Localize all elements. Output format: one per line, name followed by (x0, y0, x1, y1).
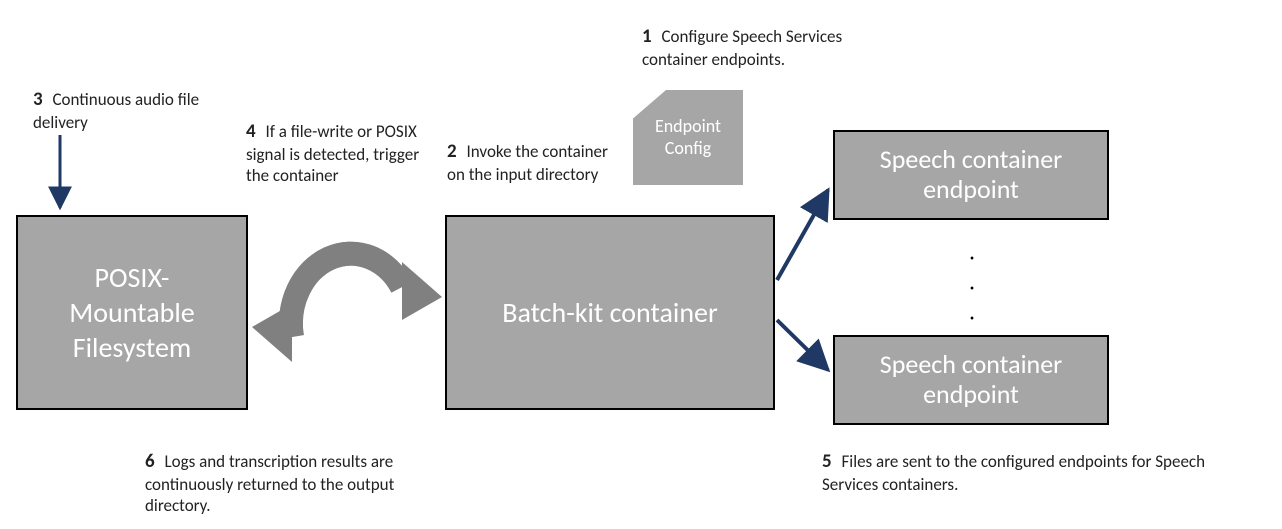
step-5-annotation: 5 Files are sent to the configured endpo… (822, 450, 1252, 495)
ellipsis-dot-2: · (952, 278, 992, 298)
cycle-arrows (252, 254, 442, 362)
step-6-annotation: 6 Logs and transcription results are con… (145, 450, 405, 516)
step-2-annotation: 2 Invoke the container on the input dire… (447, 140, 627, 185)
cycle-arrow-top-arc (291, 254, 402, 337)
speech-endpoint-label-bottom: Speech container endpoint (845, 350, 1097, 410)
step-6-number: 6 (145, 450, 155, 474)
step-5-number: 5 (822, 450, 832, 474)
cycle-arrow-bottom-arc (291, 254, 402, 337)
posix-filesystem-box: POSIX-Mountable Filesystem (16, 215, 248, 410)
batch-kit-container-label: Batch-kit container (502, 295, 718, 330)
step-3-number: 3 (33, 88, 43, 112)
step-4-text: If a file-write or POSIX signal is detec… (246, 121, 419, 186)
step-3-text: Continuous audio file delivery (33, 89, 199, 133)
arrow-to-endpoint-top (777, 190, 828, 280)
endpoint-config-label: Endpoint Config (641, 116, 735, 159)
posix-filesystem-label: POSIX-Mountable Filesystem (28, 260, 236, 365)
cycle-arrow-bottom-head (252, 304, 292, 362)
step-1-text: Configure Speech Services container endp… (642, 26, 842, 70)
ellipsis-dot-3: · (952, 308, 992, 328)
speech-endpoint-box-top: Speech container endpoint (833, 130, 1109, 220)
batch-kit-container-box: Batch-kit container (445, 215, 775, 410)
speech-endpoint-label-top: Speech container endpoint (845, 145, 1097, 205)
ellipsis-dot-1: · (952, 248, 992, 268)
speech-endpoint-box-bottom: Speech container endpoint (833, 335, 1109, 425)
step-4-number: 4 (246, 120, 256, 144)
cycle-arrow-top-head (402, 262, 442, 320)
endpoint-config-shape: Endpoint Config (633, 90, 743, 185)
step-2-text: Invoke the container on the input direct… (447, 141, 608, 185)
step-4-annotation: 4 If a file-write or POSIX signal is det… (246, 120, 446, 186)
diagram-canvas: POSIX-Mountable Filesystem Batch-kit con… (0, 0, 1282, 529)
step-6-text: Logs and transcription results are conti… (145, 451, 394, 516)
step-1-number: 1 (642, 25, 652, 49)
arrow-to-endpoint-bottom (777, 320, 828, 370)
step-1-annotation: 1 Configure Speech Services container en… (642, 25, 902, 70)
step-3-annotation: 3 Continuous audio file delivery (33, 88, 233, 133)
step-2-number: 2 (447, 140, 457, 164)
step-5-text: Files are sent to the configured endpoin… (822, 451, 1205, 495)
